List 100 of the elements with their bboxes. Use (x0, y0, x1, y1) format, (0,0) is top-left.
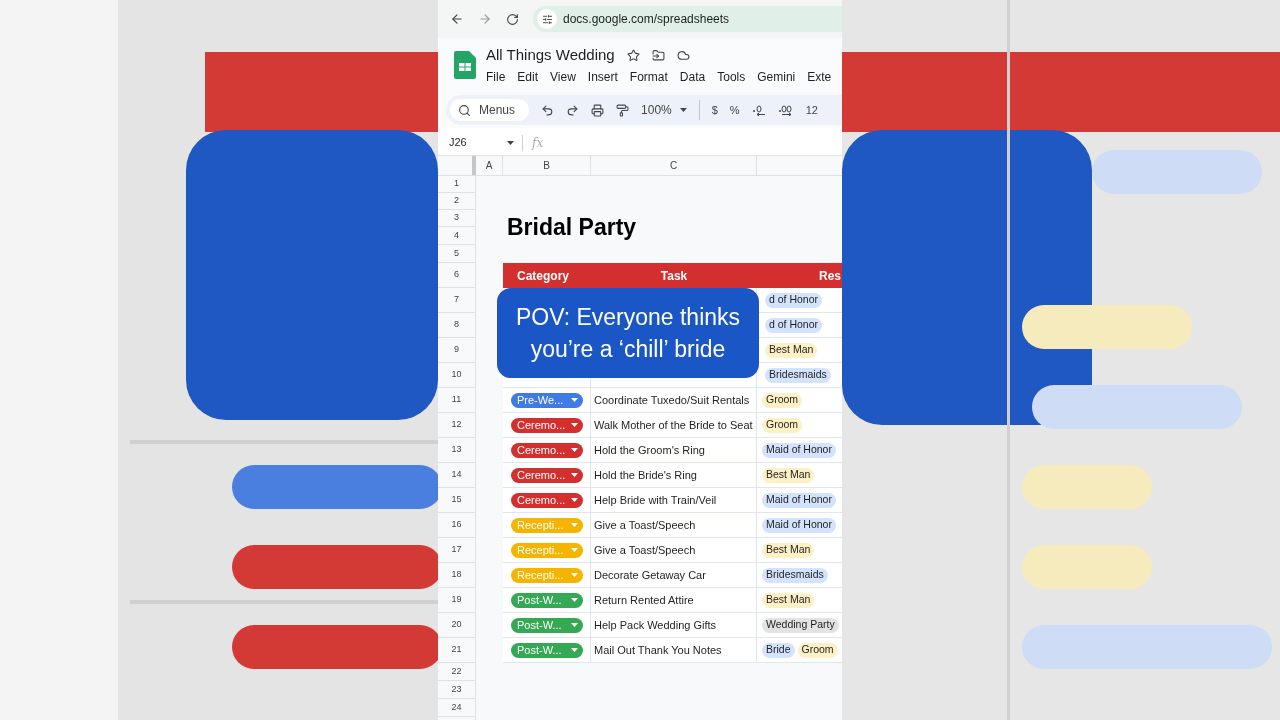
person-tag: Bridesmaids (762, 567, 828, 583)
decrease-decimal-icon[interactable] (751, 104, 766, 116)
menu-item[interactable]: Exte (807, 67, 832, 86)
menu-item[interactable]: View (550, 67, 576, 86)
person-tag: Wedding Party (762, 617, 839, 633)
person-tag: Groom (762, 417, 803, 433)
reload-icon[interactable] (506, 12, 519, 26)
caret-icon (571, 548, 578, 552)
caret-icon (571, 623, 578, 627)
row-number[interactable]: 22 (438, 663, 475, 681)
person-tag: Best Man (762, 467, 815, 483)
row-number[interactable]: 11 (438, 388, 475, 413)
caret-icon (571, 523, 578, 527)
category-dropdown[interactable]: Ceremo... (511, 442, 583, 458)
menu-item[interactable]: Edit (517, 67, 539, 86)
caret-icon (571, 423, 578, 427)
caret-icon (507, 140, 514, 145)
name-box[interactable]: J26 (438, 134, 522, 151)
person-tag: Groom (797, 642, 838, 658)
row-number[interactable]: 15 (438, 488, 475, 513)
move-folder-icon[interactable] (651, 49, 665, 62)
person-tag: Best Man (765, 342, 818, 358)
paint-format-icon[interactable] (616, 103, 630, 117)
task-cell-text: Decorate Getaway Car (594, 567, 706, 583)
person-tag: Best Man (762, 592, 815, 608)
row-number[interactable]: 20 (438, 613, 475, 638)
sheet-title: Bridal Party (507, 216, 637, 239)
column-title: Task (660, 267, 688, 285)
print-icon[interactable] (591, 103, 605, 117)
row-number[interactable]: 19 (438, 588, 475, 613)
row-number[interactable]: 24 (438, 699, 475, 717)
zoom-dropdown[interactable]: 100% (641, 101, 687, 119)
menus-search-field[interactable]: Menus (450, 99, 530, 121)
document-title[interactable]: All Things Wedding (486, 44, 615, 67)
row-number[interactable]: 18 (438, 563, 475, 588)
caret-icon (571, 473, 578, 477)
task-cell-text: Give a Toast/Speech (594, 542, 696, 558)
category-dropdown[interactable]: Pre-We... (511, 392, 583, 408)
row-number[interactable]: 12 (438, 413, 475, 438)
number-format-button[interactable]: 12 (805, 101, 818, 119)
cloud-icon[interactable] (676, 49, 690, 62)
person-tag: Bridesmaids (765, 367, 831, 383)
task-cell-text: Mail Out Thank You Notes (594, 642, 722, 658)
format-button[interactable]: $ (711, 101, 718, 119)
caret-icon (571, 398, 578, 402)
row-number[interactable]: 17 (438, 538, 475, 563)
menu-item[interactable]: Insert (587, 67, 618, 86)
category-dropdown[interactable]: Ceremo... (511, 467, 583, 483)
row-number[interactable]: 23 (438, 681, 475, 699)
row-number[interactable]: 21 (438, 638, 475, 663)
row-number[interactable]: 1 (438, 176, 475, 193)
back-icon[interactable] (450, 12, 464, 26)
function-label: fx (532, 134, 544, 152)
row-number[interactable]: 5 (438, 245, 475, 263)
row-number[interactable]: 6 (438, 263, 475, 288)
undo-icon[interactable] (541, 103, 555, 117)
row-number[interactable]: 2 (438, 193, 475, 210)
row-number[interactable]: 3 (438, 210, 475, 227)
caret-icon (679, 108, 687, 112)
menu-item[interactable]: Gemini (757, 67, 796, 86)
address-bar[interactable]: docs.google.com/spreadsheets (533, 6, 842, 32)
task-cell-text: Walk Mother of the Bride to Seat (594, 417, 753, 433)
menu-item[interactable]: Tools (717, 67, 746, 86)
column-title: Category (517, 267, 569, 285)
increase-decimal-icon[interactable] (777, 104, 794, 116)
format-button[interactable]: % (729, 101, 740, 119)
task-cell-text: Give a Toast/Speech (594, 517, 696, 533)
caret-icon (571, 498, 578, 502)
caret-icon (571, 573, 578, 577)
redo-icon[interactable] (566, 103, 580, 117)
site-settings-icon[interactable] (541, 13, 553, 25)
row-number[interactable]: 14 (438, 463, 475, 488)
person-tag: Maid of Honor (762, 492, 836, 508)
menu-item[interactable]: File (486, 67, 506, 86)
row-number[interactable]: 8 (438, 313, 475, 338)
person-tag: Bride (762, 642, 795, 658)
task-cell-text: Hold the Bride's Ring (594, 467, 697, 483)
task-cell-text: Help Pack Wedding Gifts (594, 617, 717, 633)
person-tag: Maid of Honor (762, 442, 836, 458)
task-cell-text: Coordinate Tuxedo/Suit Rentals (594, 392, 750, 408)
column-header[interactable]: C (591, 156, 757, 175)
search-placeholder: Menus (479, 102, 516, 119)
star-icon[interactable] (626, 49, 640, 62)
column-header[interactable]: B (503, 156, 591, 175)
column-header[interactable]: A (476, 156, 503, 175)
task-cell-text: Hold the Groom's Ring (594, 442, 705, 458)
video-caption: POV: Everyone thinks you’re a ‘chill’ bride (497, 288, 759, 378)
row-number[interactable]: 10 (438, 363, 475, 388)
caret-icon (571, 648, 578, 652)
task-cell-text: Help Bride with Train/Veil (594, 492, 717, 508)
row-number[interactable]: 9 (438, 338, 475, 363)
column-title: Res (819, 267, 841, 285)
row-number[interactable]: 16 (438, 513, 475, 538)
category-dropdown[interactable]: Ceremo... (511, 492, 583, 508)
row-number[interactable]: 13 (438, 438, 475, 463)
menu-item[interactable]: Data (679, 67, 706, 86)
row-number[interactable]: 7 (438, 288, 475, 313)
category-dropdown[interactable]: Ceremo... (511, 417, 583, 433)
row-number[interactable]: 4 (438, 227, 475, 245)
menu-item[interactable]: Format (629, 67, 668, 86)
